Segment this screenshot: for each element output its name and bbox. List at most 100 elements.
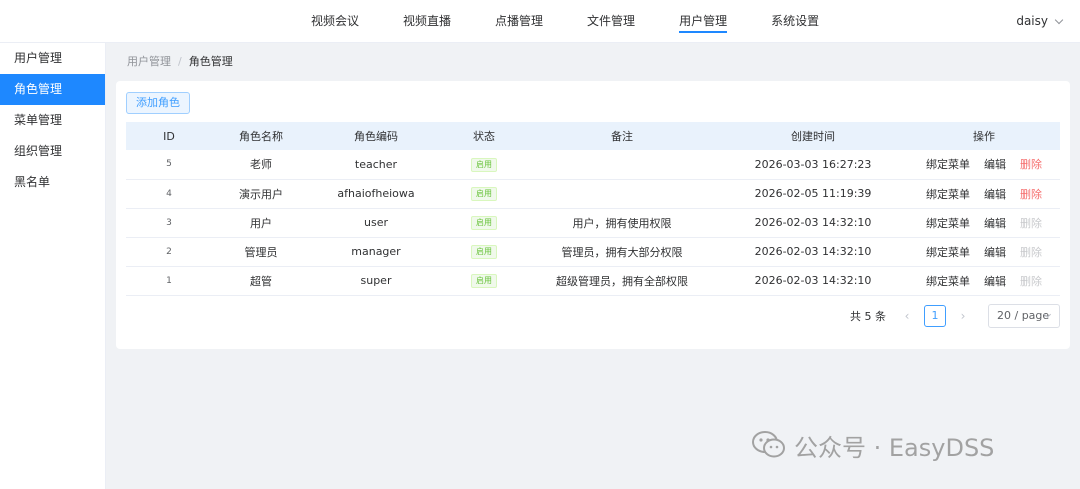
status-badge: 启用 bbox=[471, 216, 497, 230]
cell-role-name: 用户 bbox=[212, 208, 310, 238]
edit-button[interactable]: 编辑 bbox=[984, 244, 1006, 260]
cell-status: 启用 bbox=[442, 237, 526, 267]
cell-created-time: 2026-02-03 14:32:10 bbox=[718, 208, 908, 238]
page-size-select[interactable]: 20 / page bbox=[988, 304, 1060, 328]
cell-status: 启用 bbox=[442, 150, 526, 180]
cell-created-time: 2026-02-05 11:19:39 bbox=[718, 179, 908, 209]
sidebar-item-blacklist[interactable]: 黑名单 bbox=[0, 167, 105, 198]
roles-table: ID 角色名称 角色编码 状态 备注 创建时间 操作 5 老师 teacher … bbox=[126, 122, 1060, 296]
cell-role-code: user bbox=[310, 208, 442, 238]
cell-role-name: 超管 bbox=[212, 266, 310, 296]
add-role-button[interactable]: 添加角色 bbox=[126, 92, 190, 114]
delete-button[interactable]: 删除 bbox=[1020, 186, 1042, 202]
cell-role-code: afhaiofheiowa bbox=[310, 179, 442, 209]
page-size-value: 20 / page bbox=[997, 309, 1050, 322]
bind-menu-button[interactable]: 绑定菜单 bbox=[926, 156, 970, 172]
breadcrumb: 用户管理 / 角色管理 bbox=[127, 53, 233, 71]
cell-actions: 绑定菜单 编辑 删除 bbox=[908, 237, 1060, 267]
cell-status: 启用 bbox=[442, 179, 526, 209]
roles-card: 添加角色 ID 角色名称 角色编码 状态 备注 创建时间 操作 5 老师 tea… bbox=[116, 81, 1070, 349]
top-navbar: 视频会议 视频直播 点播管理 文件管理 用户管理 系统设置 daisy bbox=[0, 0, 1080, 43]
nav-live-stream[interactable]: 视频直播 bbox=[392, 0, 462, 43]
cell-status: 启用 bbox=[442, 266, 526, 296]
header-role-code: 角色编码 bbox=[310, 122, 442, 150]
breadcrumb-parent[interactable]: 用户管理 bbox=[127, 53, 171, 71]
cell-created-time: 2026-02-03 14:32:10 bbox=[718, 266, 908, 296]
nav-vod[interactable]: 点播管理 bbox=[484, 0, 554, 43]
cell-remark bbox=[526, 179, 718, 209]
user-name: daisy bbox=[1016, 14, 1048, 28]
header-created-time: 创建时间 bbox=[718, 122, 908, 150]
bind-menu-button[interactable]: 绑定菜单 bbox=[926, 273, 970, 289]
cell-id: 5 bbox=[126, 150, 212, 180]
edit-button[interactable]: 编辑 bbox=[984, 156, 1006, 172]
nav-video-meeting[interactable]: 视频会议 bbox=[300, 0, 370, 43]
table-row: 5 老师 teacher 启用 2026-03-03 16:27:23 绑定菜单… bbox=[126, 150, 1060, 180]
cell-role-code: super bbox=[310, 266, 442, 296]
cell-id: 2 bbox=[126, 237, 212, 267]
delete-button[interactable]: 删除 bbox=[1020, 156, 1042, 172]
cell-role-name: 演示用户 bbox=[212, 179, 310, 209]
edit-button[interactable]: 编辑 bbox=[984, 273, 1006, 289]
nav-files[interactable]: 文件管理 bbox=[576, 0, 646, 43]
delete-button-disabled: 删除 bbox=[1020, 216, 1042, 230]
cell-remark: 超级管理员，拥有全部权限 bbox=[526, 266, 718, 296]
header-status: 状态 bbox=[442, 122, 526, 150]
status-badge: 启用 bbox=[471, 187, 497, 201]
sidebar-item-menus[interactable]: 菜单管理 bbox=[0, 105, 105, 136]
chevron-left-icon[interactable]: ‹ bbox=[898, 309, 916, 323]
status-badge: 启用 bbox=[471, 245, 497, 259]
page-button-current[interactable]: 1 bbox=[924, 305, 946, 327]
delete-button-disabled: 删除 bbox=[1020, 245, 1042, 259]
pagination-total: 共 5 条 bbox=[850, 310, 886, 323]
cell-role-name: 老师 bbox=[212, 150, 310, 180]
sidebar-item-roles[interactable]: 角色管理 bbox=[0, 74, 105, 105]
cell-actions: 绑定菜单 编辑 删除 bbox=[908, 208, 1060, 238]
cell-role-code: teacher bbox=[310, 150, 442, 180]
edit-button[interactable]: 编辑 bbox=[984, 186, 1006, 202]
header-actions: 操作 bbox=[908, 122, 1060, 150]
header-remark: 备注 bbox=[526, 122, 718, 150]
table-row: 4 演示用户 afhaiofheiowa 启用 2026-02-05 11:19… bbox=[126, 179, 1060, 209]
cell-actions: 绑定菜单 编辑 删除 bbox=[908, 179, 1060, 209]
wechat-icon bbox=[752, 431, 785, 458]
bind-menu-button[interactable]: 绑定菜单 bbox=[926, 215, 970, 231]
cell-created-time: 2026-02-03 14:32:10 bbox=[718, 237, 908, 267]
cell-id: 1 bbox=[126, 266, 212, 296]
cell-remark: 用户，拥有使用权限 bbox=[526, 208, 718, 238]
chevron-right-icon[interactable]: › bbox=[954, 309, 972, 323]
cell-created-time: 2026-03-03 16:27:23 bbox=[718, 150, 908, 180]
sidebar: 用户管理 角色管理 菜单管理 组织管理 黑名单 bbox=[0, 43, 106, 489]
status-badge: 启用 bbox=[471, 157, 497, 172]
watermark-text: 公众号 · EasyDSS bbox=[794, 433, 995, 462]
bind-menu-button[interactable]: 绑定菜单 bbox=[926, 244, 970, 260]
sidebar-item-organizations[interactable]: 组织管理 bbox=[0, 136, 105, 167]
edit-button[interactable]: 编辑 bbox=[984, 215, 1006, 231]
table-row: 3 用户 user 启用 用户，拥有使用权限 2026-02-03 14:32:… bbox=[126, 208, 1060, 238]
sidebar-item-users[interactable]: 用户管理 bbox=[0, 43, 105, 74]
cell-actions: 绑定菜单 编辑 删除 bbox=[908, 266, 1060, 296]
bind-menu-button[interactable]: 绑定菜单 bbox=[926, 186, 970, 202]
header-id: ID bbox=[126, 122, 212, 150]
status-badge: 启用 bbox=[471, 274, 497, 288]
table-row: 2 管理员 manager 启用 管理员，拥有大部分权限 2026-02-03 … bbox=[126, 237, 1060, 267]
cell-id: 3 bbox=[126, 208, 212, 238]
nav-user-management[interactable]: 用户管理 bbox=[668, 0, 738, 43]
table-row: 1 超管 super 启用 超级管理员，拥有全部权限 2026-02-03 14… bbox=[126, 266, 1060, 296]
cell-remark bbox=[526, 150, 718, 180]
breadcrumb-current: 角色管理 bbox=[188, 55, 233, 68]
top-nav: 视频会议 视频直播 点播管理 文件管理 用户管理 系统设置 bbox=[300, 0, 852, 43]
chevron-down-icon bbox=[1054, 15, 1064, 24]
cell-role-code: manager bbox=[310, 237, 442, 267]
breadcrumb-separator: / bbox=[178, 55, 182, 68]
watermark: 公众号 · EasyDSS bbox=[752, 428, 994, 462]
cell-role-name: 管理员 bbox=[212, 237, 310, 267]
nav-system-settings[interactable]: 系统设置 bbox=[760, 0, 830, 43]
pagination: 共 5 条 ‹ 1 › 20 / page bbox=[850, 304, 1060, 328]
delete-button-disabled: 删除 bbox=[1020, 274, 1042, 288]
cell-status: 启用 bbox=[442, 208, 526, 238]
header-role-name: 角色名称 bbox=[212, 122, 310, 150]
user-menu[interactable]: daisy bbox=[1016, 0, 1064, 43]
cell-remark: 管理员，拥有大部分权限 bbox=[526, 237, 718, 267]
table-header-row: ID 角色名称 角色编码 状态 备注 创建时间 操作 bbox=[126, 122, 1060, 150]
